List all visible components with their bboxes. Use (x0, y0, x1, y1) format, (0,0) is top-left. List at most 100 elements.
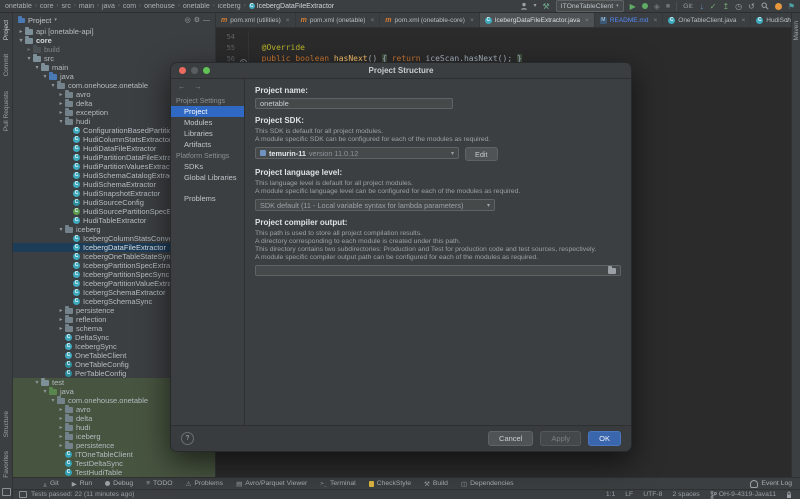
breadcrumb-item[interactable]: java (102, 3, 115, 10)
tool-window-button-git[interactable]: YGit (43, 480, 59, 487)
zoom-icon[interactable] (203, 67, 210, 74)
chevron-collapsed-icon[interactable]: ▸ (57, 415, 65, 422)
run-icon[interactable]: ▶ (630, 2, 636, 11)
debug-icon[interactable] (642, 3, 648, 9)
chevron-down-icon[interactable]: ▾ (54, 17, 57, 23)
chevron-collapsed-icon[interactable]: ▸ (57, 307, 65, 314)
ok-button[interactable]: OK (588, 431, 621, 446)
locate-icon[interactable]: ◎ (185, 16, 191, 24)
sidebar-item-problems[interactable]: Problems (171, 193, 244, 204)
breadcrumb-item[interactable]: iceberg (218, 3, 241, 10)
edit-sdk-button[interactable]: Edit (465, 147, 498, 161)
chevron-collapsed-icon[interactable]: ▸ (17, 28, 25, 35)
chevron-expanded-icon[interactable]: ▾ (41, 73, 49, 80)
run-configuration-select[interactable]: ITOneTableClient ▾ (556, 0, 624, 12)
chevron-expanded-icon[interactable]: ▾ (33, 379, 41, 386)
chevron-collapsed-icon[interactable]: ▸ (57, 406, 65, 413)
git-branch-widget[interactable]: OH-9-4319-Java11 (710, 491, 776, 499)
push-icon[interactable]: ↥ (722, 2, 729, 11)
close-icon[interactable] (179, 67, 186, 74)
breadcrumb-item[interactable]: core (40, 3, 54, 10)
user-icon[interactable] (520, 2, 528, 10)
tool-strip-item-commit[interactable]: Commit (3, 54, 10, 76)
tool-window-button-todo[interactable]: ≡TODO (146, 480, 172, 487)
rollback-icon[interactable]: ↺ (748, 2, 755, 11)
tree-item[interactable]: ▸build (13, 45, 215, 54)
tool-strip-item-project[interactable]: Project (3, 20, 10, 40)
tool-window-button-terminal[interactable]: >_Terminal (320, 480, 355, 487)
breadcrumb-item[interactable]: onetable (5, 3, 32, 10)
chevron-collapsed-icon[interactable]: ▸ (57, 433, 65, 440)
chevron-expanded-icon[interactable]: ▾ (17, 37, 25, 44)
chevron-collapsed-icon[interactable]: ▸ (57, 100, 65, 107)
commit-icon[interactable]: ✓ (710, 2, 717, 11)
line-number[interactable]: 55 (216, 44, 238, 52)
chevron-collapsed-icon[interactable]: ▸ (25, 46, 33, 53)
notifications-icon[interactable] (775, 3, 782, 10)
language-level-select[interactable]: SDK default (11 - Local variable syntax … (255, 199, 495, 211)
close-icon[interactable]: × (286, 17, 290, 24)
chevron-collapsed-icon[interactable]: ▸ (57, 109, 65, 116)
help-button[interactable]: ? (181, 432, 194, 445)
update-project-icon[interactable]: ↓ (700, 2, 704, 11)
editor-tab[interactable]: COneTableClient.java× (663, 13, 751, 27)
chevron-collapsed-icon[interactable]: ▸ (57, 316, 65, 323)
breadcrumb-item[interactable]: com (123, 3, 136, 10)
sidebar-item-global-libraries[interactable]: Global Libraries (171, 172, 244, 183)
indent-setting[interactable]: 2 spaces (672, 491, 699, 498)
tool-strip-item-maven[interactable]: Maven (793, 21, 800, 41)
lock-icon[interactable] (786, 491, 792, 499)
cancel-button[interactable]: Cancel (488, 431, 533, 446)
sidebar-item-project[interactable]: Project (171, 106, 244, 117)
editor-tab[interactable]: mpom.xml (onetable)× (296, 13, 381, 27)
chevron-expanded-icon[interactable]: ▾ (49, 397, 57, 404)
line-number[interactable]: 54 (216, 33, 238, 41)
sidebar-item-sdks[interactable]: SDKs (171, 161, 244, 172)
sidebar-item-artifacts[interactable]: Artifacts (171, 139, 244, 150)
chevron-expanded-icon[interactable]: ▾ (41, 388, 49, 395)
hide-icon[interactable]: — (203, 17, 210, 24)
caret-position[interactable]: 1:1 (606, 491, 615, 498)
close-icon[interactable]: × (653, 17, 657, 24)
coverage-icon[interactable]: ◈ (654, 2, 660, 11)
line-ending[interactable]: LF (625, 491, 633, 498)
build-hammer-icon[interactable]: ⚒ (543, 2, 550, 11)
chevron-expanded-icon[interactable]: ▾ (33, 64, 41, 71)
editor-tab[interactable]: MREADME.md× (595, 13, 663, 27)
tool-window-button-avro-parquet-viewer[interactable]: ▤Avro/Parquet Viewer (236, 480, 307, 488)
breadcrumb-item[interactable]: onehouse (144, 3, 175, 10)
breadcrumb-item[interactable]: CIcebergDataFileExtractor (249, 3, 334, 10)
tool-window-button-problems[interactable]: ⚠Problems (186, 480, 224, 488)
file-encoding[interactable]: UTF-8 (643, 491, 662, 498)
tool-window-button-debug[interactable]: Debug (105, 480, 133, 487)
tree-item[interactable]: ▸api [onetable-api] (13, 27, 215, 36)
breadcrumb-item[interactable]: src (61, 3, 70, 10)
tool-window-switcher-icon[interactable] (19, 491, 27, 498)
dropdown-arrow-icon[interactable]: ▾ (534, 2, 537, 11)
chevron-expanded-icon[interactable]: ▾ (57, 226, 65, 233)
chevron-expanded-icon[interactable]: ▾ (25, 55, 33, 62)
sidebar-item-libraries[interactable]: Libraries (171, 128, 244, 139)
tool-window-button-build[interactable]: ⚒Build (424, 480, 448, 488)
tree-item[interactable]: ▾core (13, 36, 215, 45)
compiler-output-input[interactable] (255, 265, 621, 276)
search-icon[interactable] (761, 2, 769, 10)
project-name-input[interactable] (255, 98, 453, 109)
close-icon[interactable]: × (585, 17, 589, 24)
chevron-collapsed-icon[interactable]: ▸ (57, 442, 65, 449)
tool-strip-item-pull-requests[interactable]: Pull Requests (3, 91, 10, 131)
back-arrow-icon[interactable]: ← (178, 82, 186, 91)
forward-arrow-icon[interactable]: → (194, 82, 202, 91)
chevron-collapsed-icon[interactable]: ▸ (57, 91, 65, 98)
breadcrumb-item[interactable]: onetable (183, 3, 210, 10)
sidebar-item-modules[interactable]: Modules (171, 117, 244, 128)
apply-button[interactable]: Apply (540, 431, 581, 446)
tool-window-button-run[interactable]: ▶Run (72, 480, 92, 488)
close-icon[interactable]: × (370, 17, 374, 24)
editor-tab[interactable]: mpom.xml (onetable-core)× (380, 13, 479, 27)
event-log-button[interactable]: Event Log (750, 480, 800, 488)
tool-window-button-dependencies[interactable]: ◫Dependencies (461, 480, 514, 488)
editor-tab[interactable]: CIcebergDataFileExtractor.java× (480, 13, 595, 27)
tool-strip-item-structure[interactable]: Structure (3, 411, 10, 437)
project-sdk-select[interactable]: temurin-11 version 11.0.12 ▾ (255, 147, 459, 159)
